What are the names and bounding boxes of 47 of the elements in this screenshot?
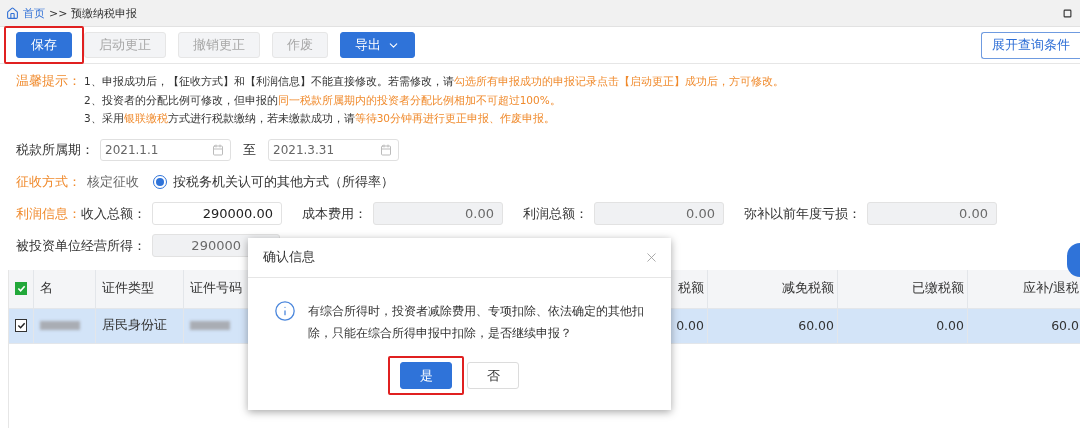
breadcrumb-link[interactable]: 首页 [23,5,45,21]
field-label: 成本费用： [302,204,367,223]
section-label: 利润信息： [16,204,81,223]
amount-field: 0.00 [867,202,997,225]
redacted-mark [190,321,230,330]
toolbar-button[interactable]: 保存 [16,32,72,58]
table-cell: 60.0 [968,308,1080,343]
calendar-icon [212,143,224,156]
notice-label: 温馨提示： [16,72,82,90]
info-icon [274,300,296,322]
table-cell: 居民身份证 [96,308,184,343]
row-checkbox[interactable] [15,319,27,332]
field-label: 税款所属期： [16,140,94,159]
table-cell: 60.00 [708,308,838,343]
column-header: 证件类型 [96,269,184,308]
section-label: 征收方式： [16,172,81,191]
maximize-icon[interactable] [1063,8,1072,18]
export-dropdown-button[interactable]: 导出 [340,32,415,58]
amount-field: 0.00 [373,202,503,225]
amount-field: 0.00 [594,202,724,225]
collection-method: 核定征收 [87,172,139,191]
date-field[interactable]: 2021.1.1 [100,138,231,161]
field-label: 利润总额： [523,204,588,223]
expand-query-button[interactable]: 展开查询条件 [981,31,1080,59]
home-icon [6,6,19,20]
field-label: 弥补以前年度亏损： [744,204,861,223]
breadcrumb-separator: >> [49,6,68,20]
column-header: 减免税额 [708,269,838,308]
column-header: 已缴税额 [838,269,968,308]
table-cell: 0.00 [838,308,968,343]
date-field[interactable]: 2021.3.31 [268,138,399,161]
field-label: 被投资单位经营所得： [16,236,146,255]
floating-button[interactable] [1067,243,1080,277]
amount-field[interactable]: 290000.00 [152,202,282,225]
notice-line: 2、投资者的分配比例可修改，但申报的同一税款所属期内的投资者分配比例相加不可超过100%。 [84,92,562,108]
field-label: 至 [243,140,256,159]
breadcrumb-current: 预缴纳税申报 [71,5,138,21]
radio-label: 按税务机关认可的其他方式（所得率） [173,172,394,191]
calendar-icon [380,143,392,156]
redacted-mark [40,321,80,330]
notice-line: 1、申报成功后，【征收方式】和【利润信息】不能直接修改。若需修改，请勾选所有申报成功的申报记录点击【启动更正】成功后，方可修改。 [84,74,784,89]
dialog-button[interactable]: 否 [467,362,519,389]
column-header: 名 [34,269,96,308]
field-label: 收入总额： [81,204,146,223]
dialog-button[interactable]: 是 [400,362,452,389]
select-all-checkbox[interactable] [15,282,27,295]
notice-line: 3、采用银联缴税方式进行税款缴纳，若未缴款成功，请等待30分钟再进行更正申报、作废申报。 [84,111,557,126]
